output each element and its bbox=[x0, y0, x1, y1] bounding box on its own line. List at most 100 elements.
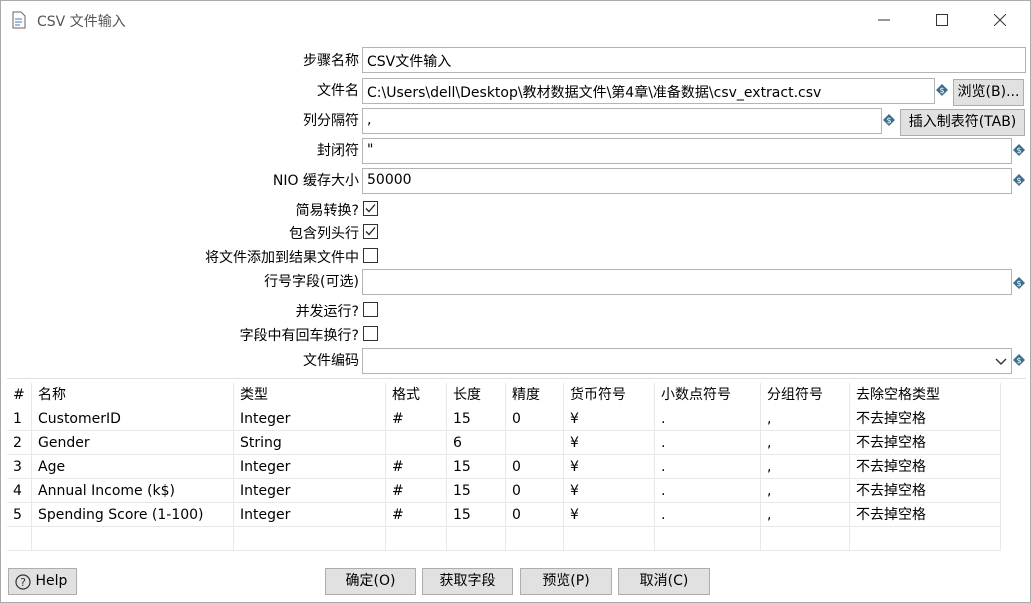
nio-buffer-input[interactable]: 50000 bbox=[362, 168, 1012, 194]
table-cell[interactable]: . bbox=[655, 503, 761, 527]
table-cell[interactable]: 不去掉空格 bbox=[850, 407, 1001, 431]
table-cell[interactable] bbox=[506, 527, 564, 551]
table-cell[interactable]: ¥ bbox=[564, 455, 655, 479]
chevron-down-icon[interactable] bbox=[993, 353, 1009, 369]
table-cell[interactable]: Integer bbox=[234, 479, 386, 503]
table-cell[interactable]: 0 bbox=[506, 407, 564, 431]
enclosure-input[interactable]: " bbox=[362, 138, 1012, 164]
column-header[interactable]: 格式 bbox=[386, 383, 447, 407]
column-header[interactable]: 名称 bbox=[32, 383, 234, 407]
table-cell[interactable]: , bbox=[761, 431, 850, 455]
table-cell[interactable]: 3 bbox=[7, 455, 32, 479]
table-cell[interactable]: ¥ bbox=[564, 431, 655, 455]
table-cell[interactable]: 不去掉空格 bbox=[850, 455, 1001, 479]
table-cell[interactable]: 15 bbox=[447, 455, 506, 479]
table-cell[interactable]: # bbox=[386, 479, 447, 503]
table-cell[interactable] bbox=[386, 527, 447, 551]
column-header[interactable]: 货币符号 bbox=[564, 383, 655, 407]
table-cell[interactable]: Gender bbox=[32, 431, 234, 455]
table-cell[interactable]: 0 bbox=[506, 455, 564, 479]
table-cell[interactable]: Spending Score (1-100) bbox=[32, 503, 234, 527]
column-header[interactable]: 去除空格类型 bbox=[850, 383, 1001, 407]
encoding-select[interactable] bbox=[362, 348, 1012, 374]
table-cell[interactable] bbox=[447, 527, 506, 551]
table-row[interactable]: 4 Annual Income (k$) Integer # 15 0 ¥ . … bbox=[7, 479, 1026, 503]
header-row-checkbox[interactable] bbox=[363, 224, 378, 239]
maximize-button[interactable] bbox=[919, 5, 965, 35]
table-cell[interactable]: , bbox=[761, 479, 850, 503]
lazy-conversion-checkbox[interactable] bbox=[363, 201, 378, 216]
browse-button[interactable]: 浏览(B)... bbox=[953, 79, 1024, 106]
table-cell[interactable] bbox=[234, 527, 386, 551]
close-button[interactable] bbox=[977, 5, 1023, 35]
table-cell[interactable] bbox=[564, 527, 655, 551]
table-cell[interactable]: . bbox=[655, 431, 761, 455]
table-cell[interactable]: . bbox=[655, 479, 761, 503]
table-cell[interactable]: ¥ bbox=[564, 503, 655, 527]
minimize-button[interactable] bbox=[861, 5, 907, 35]
table-cell[interactable] bbox=[32, 527, 234, 551]
add-to-result-checkbox[interactable] bbox=[363, 248, 378, 263]
table-row[interactable]: 1 CustomerID Integer # 15 0 ¥ . , 不去掉空格 bbox=[7, 407, 1026, 431]
table-cell[interactable]: Integer bbox=[234, 407, 386, 431]
table-cell[interactable]: CustomerID bbox=[32, 407, 234, 431]
table-cell[interactable]: # bbox=[386, 503, 447, 527]
delimiter-input[interactable]: , bbox=[362, 108, 882, 134]
table-cell[interactable]: String bbox=[234, 431, 386, 455]
table-cell[interactable]: 2 bbox=[7, 431, 32, 455]
table-cell[interactable]: 15 bbox=[447, 407, 506, 431]
rownum-field-input[interactable] bbox=[362, 269, 1012, 295]
table-cell[interactable]: 4 bbox=[7, 479, 32, 503]
table-cell[interactable]: . bbox=[655, 407, 761, 431]
column-header[interactable]: 长度 bbox=[447, 383, 506, 407]
table-cell[interactable]: 15 bbox=[447, 503, 506, 527]
table-cell[interactable]: , bbox=[761, 503, 850, 527]
table-cell[interactable]: 6 bbox=[447, 431, 506, 455]
table-cell[interactable]: Age bbox=[32, 455, 234, 479]
table-cell[interactable] bbox=[850, 527, 1001, 551]
table-row[interactable]: 3 Age Integer # 15 0 ¥ . , 不去掉空格 bbox=[7, 455, 1026, 479]
column-header[interactable]: 类型 bbox=[234, 383, 386, 407]
table-cell[interactable]: Integer bbox=[234, 455, 386, 479]
column-header[interactable]: 小数点符号 bbox=[655, 383, 761, 407]
table-cell[interactable]: # bbox=[386, 455, 447, 479]
column-header[interactable]: 精度 bbox=[506, 383, 564, 407]
table-cell[interactable]: Integer bbox=[234, 503, 386, 527]
table-cell[interactable]: 不去掉空格 bbox=[850, 431, 1001, 455]
get-fields-button[interactable]: 获取字段 bbox=[422, 568, 513, 595]
table-cell[interactable]: ¥ bbox=[564, 479, 655, 503]
insert-tab-button[interactable]: 插入制表符(TAB) bbox=[900, 109, 1025, 136]
table-cell[interactable]: . bbox=[655, 455, 761, 479]
table-cell[interactable]: 5 bbox=[7, 503, 32, 527]
table-cell[interactable]: , bbox=[761, 455, 850, 479]
fields-table[interactable]: # 名称 类型 格式 长度 精度 货币符号 小数点符号 分组符号 去除空格类型 … bbox=[7, 378, 1026, 560]
table-cell[interactable]: 1 bbox=[7, 407, 32, 431]
table-cell[interactable]: , bbox=[761, 407, 850, 431]
column-header[interactable]: 分组符号 bbox=[761, 383, 850, 407]
parallel-checkbox[interactable] bbox=[363, 302, 378, 317]
table-row[interactable]: 5 Spending Score (1-100) Integer # 15 0 … bbox=[7, 503, 1026, 527]
table-cell[interactable] bbox=[761, 527, 850, 551]
table-cell[interactable]: 不去掉空格 bbox=[850, 503, 1001, 527]
help-button[interactable]: ? Help bbox=[8, 568, 77, 595]
table-cell[interactable]: 不去掉空格 bbox=[850, 479, 1001, 503]
column-header[interactable]: # bbox=[7, 383, 32, 407]
table-cell[interactable] bbox=[386, 431, 447, 455]
step-name-input[interactable]: CSV文件输入 bbox=[362, 47, 1026, 73]
table-row-empty[interactable] bbox=[7, 527, 1026, 551]
newline-checkbox[interactable] bbox=[363, 326, 378, 341]
table-cell[interactable]: ¥ bbox=[564, 407, 655, 431]
table-cell[interactable]: 0 bbox=[506, 503, 564, 527]
table-cell[interactable]: Annual Income (k$) bbox=[32, 479, 234, 503]
table-cell[interactable]: # bbox=[386, 407, 447, 431]
ok-button[interactable]: 确定(O) bbox=[325, 568, 416, 595]
table-cell[interactable] bbox=[506, 431, 564, 455]
table-cell[interactable]: 15 bbox=[447, 479, 506, 503]
cancel-button[interactable]: 取消(C) bbox=[618, 568, 710, 595]
table-row[interactable]: 2 Gender String 6 ¥ . , 不去掉空格 bbox=[7, 431, 1026, 455]
preview-button[interactable]: 预览(P) bbox=[520, 568, 612, 595]
table-cell[interactable]: 0 bbox=[506, 479, 564, 503]
table-cell[interactable] bbox=[655, 527, 761, 551]
table-cell[interactable] bbox=[7, 527, 32, 551]
filename-input[interactable]: C:\Users\dell\Desktop\教材数据文件\第4章\准备数据\cs… bbox=[362, 78, 935, 104]
